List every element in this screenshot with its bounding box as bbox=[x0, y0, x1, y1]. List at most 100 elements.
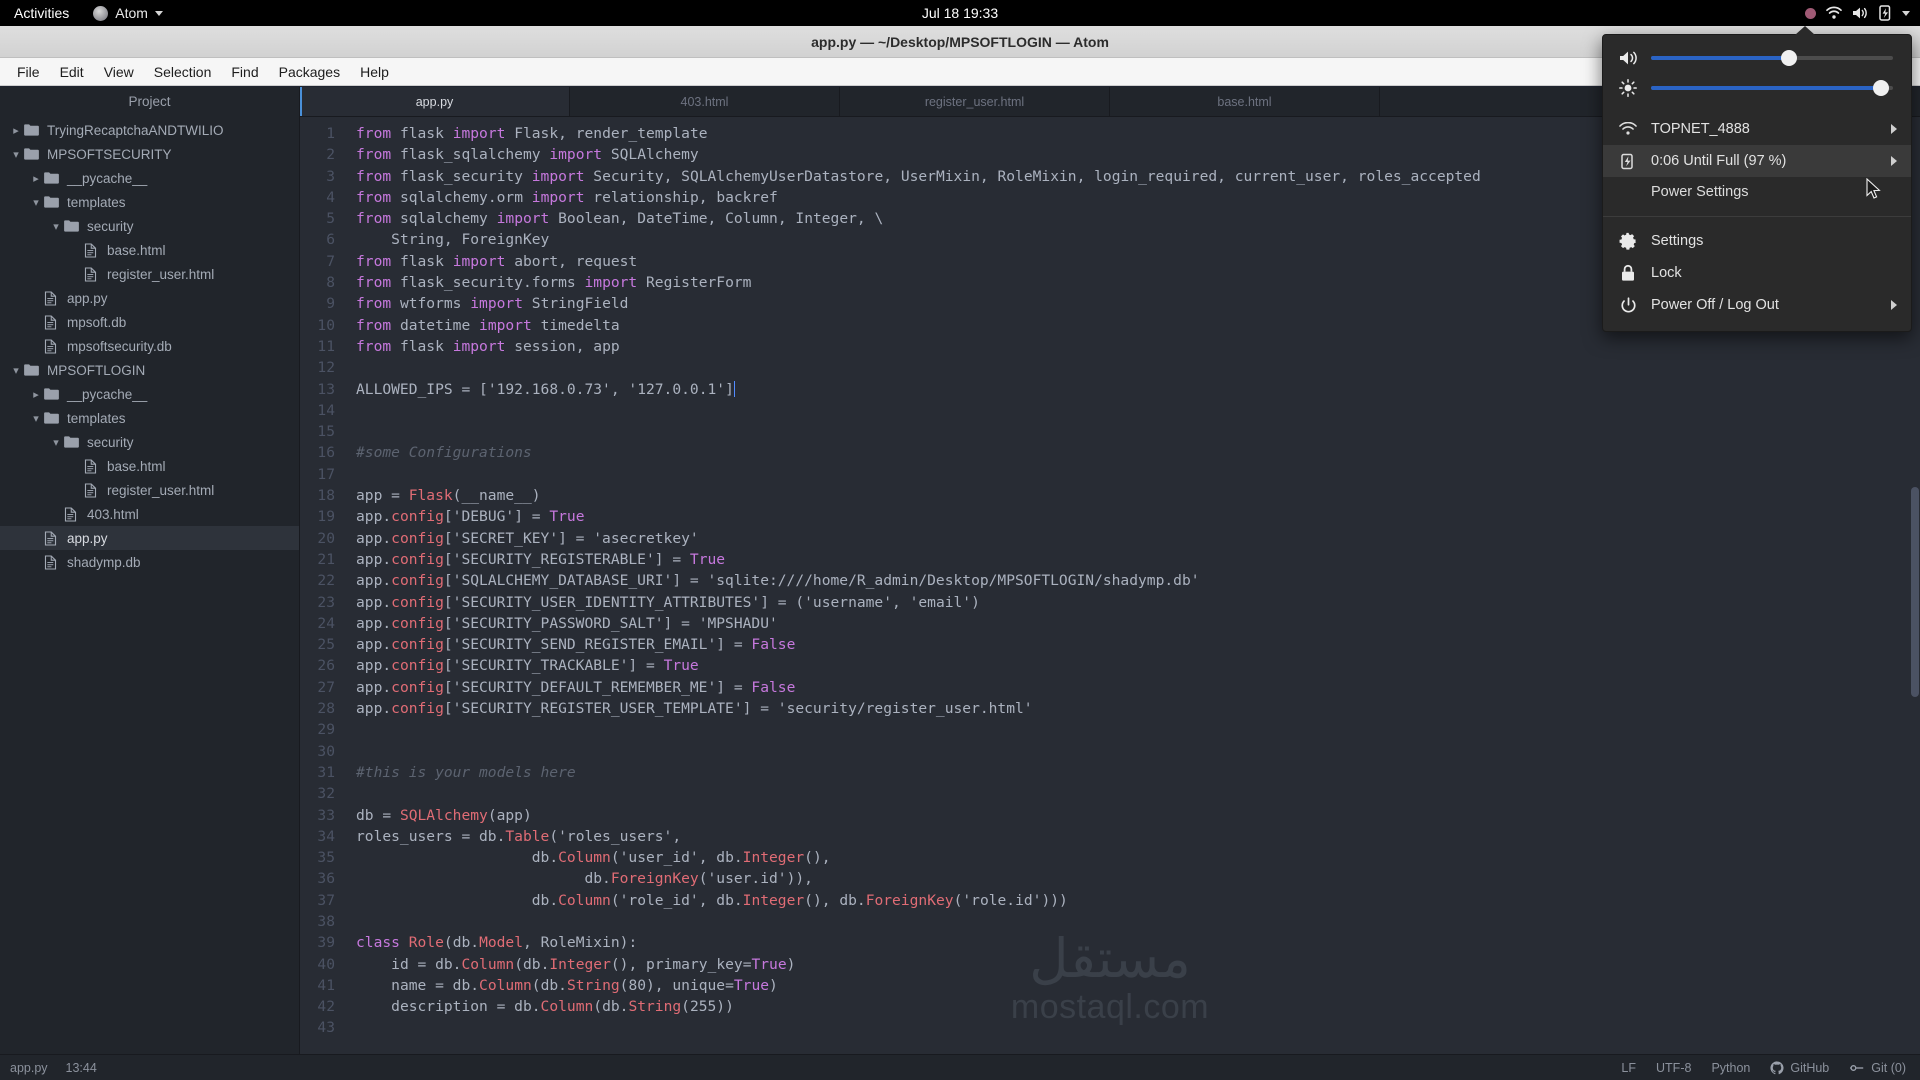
code-line[interactable]: db.Column('user_id', db.Integer(), bbox=[356, 847, 1920, 868]
chevron-down-icon[interactable]: ▾ bbox=[48, 436, 64, 449]
volume-slider[interactable] bbox=[1651, 50, 1893, 66]
chevron-down-icon[interactable]: ▾ bbox=[8, 148, 24, 161]
code-line[interactable]: from flask import session, app bbox=[356, 336, 1920, 357]
code-line[interactable]: roles_users = db.Table('roles_users', bbox=[356, 826, 1920, 847]
tree-file-shadymp-db[interactable]: shadymp.db bbox=[0, 550, 299, 574]
clock[interactable]: Jul 18 19:33 bbox=[0, 5, 1920, 21]
code-line[interactable]: #this is your models here bbox=[356, 762, 1920, 783]
code-line[interactable]: app.config['SQLALCHEMY_DATABASE_URI'] = … bbox=[356, 570, 1920, 591]
code-line[interactable]: app.config['SECURITY_USER_IDENTITY_ATTRI… bbox=[356, 592, 1920, 613]
tree-file-app-py[interactable]: app.py bbox=[0, 526, 299, 550]
tab-register-user-html[interactable]: register_user.html bbox=[840, 87, 1110, 116]
code-line[interactable] bbox=[356, 911, 1920, 932]
tab-403-html[interactable]: 403.html bbox=[570, 87, 840, 116]
tree-folder-mpsoftlogin[interactable]: ▾ MPSOFTLOGIN bbox=[0, 358, 299, 382]
code-line[interactable]: ALLOWED_IPS = ['192.168.0.73', '127.0.0.… bbox=[356, 379, 1920, 400]
status-encoding[interactable]: UTF-8 bbox=[1656, 1061, 1691, 1075]
code-line[interactable]: db.Column('role_id', db.Integer(), db.Fo… bbox=[356, 890, 1920, 911]
tree-folder-security[interactable]: ▾ security bbox=[0, 214, 299, 238]
tree-file-app-py[interactable]: app.py bbox=[0, 286, 299, 310]
brightness-slider[interactable] bbox=[1651, 80, 1893, 96]
tree-folder-templates[interactable]: ▾ templates bbox=[0, 406, 299, 430]
power-submenu-arrow-icon[interactable] bbox=[1891, 300, 1897, 310]
wifi-submenu-arrow-icon[interactable] bbox=[1891, 124, 1897, 134]
tree-file-base-html[interactable]: base.html bbox=[0, 238, 299, 262]
tree-file-mpsoft-db[interactable]: mpsoft.db bbox=[0, 310, 299, 334]
code-line[interactable]: app.config['SECURITY_TRACKABLE'] = True bbox=[356, 655, 1920, 676]
status-bar-right[interactable]: LF UTF-8 Python GitHub Git (0) bbox=[1621, 1061, 1906, 1075]
tree-file-mpsoftsecurity-db[interactable]: mpsoftsecurity.db bbox=[0, 334, 299, 358]
menu-selection[interactable]: Selection bbox=[145, 61, 221, 83]
chevron-right-icon[interactable]: ▸ bbox=[28, 388, 44, 401]
menu-edit[interactable]: Edit bbox=[51, 61, 93, 83]
power-settings-item[interactable]: Power Settings bbox=[1603, 177, 1911, 207]
wifi-menu-row[interactable]: TOPNET_4888 bbox=[1603, 113, 1911, 145]
chevron-down-icon[interactable]: ▾ bbox=[28, 196, 44, 209]
battery-submenu-arrow-icon[interactable] bbox=[1891, 156, 1897, 166]
lock-menu-row[interactable]: Lock bbox=[1603, 257, 1911, 289]
volume-slider-row[interactable] bbox=[1603, 43, 1911, 73]
code-line[interactable] bbox=[356, 357, 1920, 378]
tree-folder-mpsoftsecurity[interactable]: ▾ MPSOFTSECURITY bbox=[0, 142, 299, 166]
brightness-slider-knob[interactable] bbox=[1872, 80, 1889, 96]
code-line[interactable]: id = db.Column(db.Integer(), primary_key… bbox=[356, 954, 1920, 975]
code-line[interactable]: app.config['SECURITY_REGISTERABLE'] = Tr… bbox=[356, 549, 1920, 570]
tree-file-base-html[interactable]: base.html bbox=[0, 454, 299, 478]
activities-button[interactable]: Activities bbox=[0, 5, 83, 21]
status-grammar[interactable]: Python bbox=[1711, 1061, 1750, 1075]
scrollbar-thumb[interactable] bbox=[1911, 487, 1919, 697]
code-line[interactable]: app.config['SECURITY_DEFAULT_REMEMBER_ME… bbox=[356, 677, 1920, 698]
status-git[interactable]: Git (0) bbox=[1849, 1061, 1906, 1075]
system-menu-chevron-down-icon[interactable] bbox=[1902, 10, 1910, 16]
brightness-slider-row[interactable] bbox=[1603, 73, 1911, 103]
tree-file-403-html[interactable]: 403.html bbox=[0, 502, 299, 526]
code-line[interactable] bbox=[356, 719, 1920, 740]
code-line[interactable] bbox=[356, 1017, 1920, 1038]
tree-file-register-user-html[interactable]: register_user.html bbox=[0, 478, 299, 502]
tree-folder-templates[interactable]: ▾ templates bbox=[0, 190, 299, 214]
menu-find[interactable]: Find bbox=[222, 61, 267, 83]
code-line[interactable] bbox=[356, 783, 1920, 804]
status-github[interactable]: GitHub bbox=[1770, 1061, 1829, 1075]
tree-folder-security[interactable]: ▾ security bbox=[0, 430, 299, 454]
status-bar-left[interactable]: app.py 13:44 bbox=[0, 1061, 97, 1075]
system-menu-popup[interactable]: TOPNET_4888 0:06 Until Full (97 %) Power… bbox=[1602, 26, 1912, 332]
code-line[interactable]: #some Configurations bbox=[356, 442, 1920, 463]
code-line[interactable]: name = db.Column(db.String(80), unique=T… bbox=[356, 975, 1920, 996]
chevron-down-icon[interactable]: ▾ bbox=[28, 412, 44, 425]
code-line[interactable]: db.ForeignKey('user.id')), bbox=[356, 868, 1920, 889]
tab-app-py[interactable]: app.py bbox=[300, 87, 570, 116]
status-line-ending[interactable]: LF bbox=[1621, 1061, 1636, 1075]
tree-folder-tryingrecaptchaandtwilio[interactable]: ▸ TryingRecaptchaANDTWILIO bbox=[0, 118, 299, 142]
code-line[interactable]: app.config['SECURITY_SEND_REGISTER_EMAIL… bbox=[356, 634, 1920, 655]
tree-folder-pycache[interactable]: ▸ __pycache__ bbox=[0, 166, 299, 190]
status-cursor-position[interactable]: 13:44 bbox=[66, 1061, 97, 1075]
menu-view[interactable]: View bbox=[95, 61, 143, 83]
tab-base-html[interactable]: base.html bbox=[1110, 87, 1380, 116]
app-menu-button[interactable]: Atom bbox=[83, 5, 173, 21]
tree-file-register-user-html[interactable]: register_user.html bbox=[0, 262, 299, 286]
system-status-area[interactable] bbox=[1805, 0, 1910, 26]
chevron-down-icon[interactable]: ▾ bbox=[48, 220, 64, 233]
chevron-right-icon[interactable]: ▸ bbox=[8, 124, 24, 137]
code-line[interactable]: app.config['SECRET_KEY'] = 'asecretkey' bbox=[356, 528, 1920, 549]
code-line[interactable]: app.config['SECURITY_REGISTER_USER_TEMPL… bbox=[356, 698, 1920, 719]
menu-file[interactable]: File bbox=[8, 61, 49, 83]
chevron-down-icon[interactable]: ▾ bbox=[8, 364, 24, 377]
power-off-menu-row[interactable]: Power Off / Log Out bbox=[1603, 289, 1911, 321]
code-line[interactable]: db = SQLAlchemy(app) bbox=[356, 805, 1920, 826]
code-line[interactable] bbox=[356, 400, 1920, 421]
settings-menu-row[interactable]: Settings bbox=[1603, 225, 1911, 257]
tree-folder-pycache[interactable]: ▸ __pycache__ bbox=[0, 382, 299, 406]
status-file-name[interactable]: app.py bbox=[10, 1061, 48, 1075]
code-line[interactable]: class Role(db.Model, RoleMixin): bbox=[356, 932, 1920, 953]
menu-help[interactable]: Help bbox=[351, 61, 398, 83]
battery-menu-row[interactable]: 0:06 Until Full (97 %) bbox=[1603, 145, 1911, 177]
tree-view-sidebar[interactable]: Project ▸ TryingRecaptchaANDTWILIO ▾ MPSOFT… bbox=[0, 87, 300, 1054]
tree-view-list[interactable]: ▸ TryingRecaptchaANDTWILIO ▾ MPSOFTSECURITY… bbox=[0, 118, 299, 574]
volume-slider-knob[interactable] bbox=[1780, 50, 1797, 66]
menu-packages[interactable]: Packages bbox=[270, 61, 349, 83]
code-line[interactable] bbox=[356, 421, 1920, 442]
code-line[interactable]: description = db.Column(db.String(255)) bbox=[356, 996, 1920, 1017]
code-line[interactable]: app.config['DEBUG'] = True bbox=[356, 506, 1920, 527]
